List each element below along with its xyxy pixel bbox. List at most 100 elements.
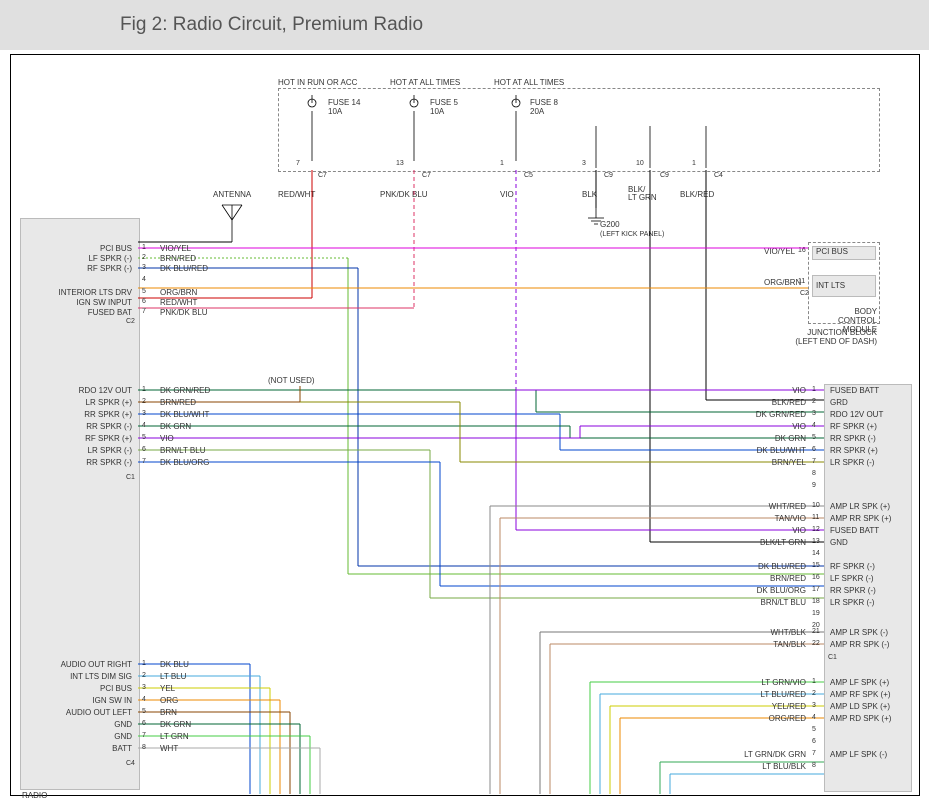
pin-number: 17 [812, 586, 820, 593]
signal-label: FUSED BATT [830, 526, 879, 535]
signal-label: AMP RR SPK (-) [830, 640, 889, 649]
signal-label: LR SPKR (-) [830, 598, 874, 607]
signal-label: GND [22, 732, 132, 741]
pin-number: 16 [812, 574, 820, 581]
pin-number: 10 [812, 502, 820, 509]
wire-color: DK BLU/WHT [160, 410, 209, 419]
connector-label: C4 [126, 760, 135, 767]
pin-number: 7 [142, 308, 146, 315]
signal-label: FUSED BATT [830, 386, 879, 395]
signal-label: AMP RF SPK (+) [830, 690, 891, 699]
signal-label: GRD [830, 398, 848, 407]
signal-label: RF SPKR (+) [830, 422, 877, 431]
pin-number: 2 [812, 690, 816, 697]
signal-label: LR SPKR (-) [830, 458, 874, 467]
wire-color: DK BLU/WHT [716, 446, 806, 455]
wire-color: VIO [160, 434, 174, 443]
wire-color: DK GRN [160, 422, 191, 431]
pin-number: 22 [812, 640, 820, 647]
wire-color: DK BLU/ORG [716, 586, 806, 595]
wire-color: PNK/DK BLU [160, 308, 208, 317]
pin-number: 1 [142, 386, 146, 393]
pin-number: 6 [142, 446, 146, 453]
pin-number: 4 [812, 714, 816, 721]
pin-number: 6 [142, 720, 146, 727]
wire-color: LT BLU/RED [716, 690, 806, 699]
wire-color: VIO/YEL [160, 244, 191, 253]
wire-color: TAN/BLK [716, 640, 806, 649]
wire-color: WHT/RED [716, 502, 806, 511]
signal-label: RR SPKR (-) [22, 458, 132, 467]
pin-number: 5 [812, 434, 816, 441]
pin-number: 7 [812, 750, 816, 757]
wire-color: WHT [160, 744, 178, 753]
pin-number: 7 [142, 458, 146, 465]
pin-number: 2 [142, 398, 146, 405]
signal-label: AMP LF SPK (-) [830, 750, 887, 759]
pin-number: 2 [812, 398, 816, 405]
signal-label: RF SPKR (+) [22, 434, 132, 443]
signal-label: PCI BUS [22, 684, 132, 693]
wire-color: YEL [160, 684, 175, 693]
signal-label: PCI BUS [22, 244, 132, 253]
pin-number: 6 [812, 738, 816, 745]
signal-label: RDO 12V OUT [830, 410, 883, 419]
signal-label: RR SPKR (-) [22, 422, 132, 431]
signal-label: RF SPKR (-) [22, 264, 132, 273]
wire-color: ORG/RED [716, 714, 806, 723]
pin-number: 9 [812, 482, 816, 489]
pin-number: 3 [812, 702, 816, 709]
wire-color: BRN/LT BLU [716, 598, 806, 607]
pin-number: 1 [812, 386, 816, 393]
pin-number: 5 [142, 288, 146, 295]
signal-label: INT LTS DIM SIG [22, 672, 132, 681]
wire-color: LT GRN/DK GRN [716, 750, 806, 759]
pin-number: 6 [812, 446, 816, 453]
wire-color: BRN/RED [160, 398, 196, 407]
signal-label: FUSED BAT [22, 308, 132, 317]
wire-color: RED/WHT [160, 298, 197, 307]
pin-number: 1 [142, 244, 146, 251]
connector-label: C1 [126, 474, 135, 481]
wire-color: DK BLU/RED [716, 562, 806, 571]
pin-number: 5 [142, 708, 146, 715]
signal-label: AMP LR SPK (+) [830, 502, 890, 511]
signal-label: RF SPKR (-) [830, 562, 875, 571]
wire-color: BLK/LT GRN [716, 538, 806, 547]
signal-label: AMP RR SPK (+) [830, 514, 891, 523]
pin-number: 6 [142, 298, 146, 305]
wire-color: TAN/VIO [716, 514, 806, 523]
pin-number: 8 [142, 744, 146, 751]
wire-color: BRN/RED [160, 254, 196, 263]
wire-color: BRN/LT BLU [160, 446, 206, 455]
page-title: Fig 2: Radio Circuit, Premium Radio [0, 0, 929, 50]
wire-color: DK GRN [160, 720, 191, 729]
signal-label: RR SPKR (-) [830, 586, 876, 595]
signal-label: AUDIO OUT LEFT [22, 708, 132, 717]
signal-label: RR SPKR (+) [22, 410, 132, 419]
wiring-diagram: JUNCTION BLOCK(LEFT END OF DASH) BODYCON… [0, 50, 929, 800]
pin-number: 18 [812, 598, 820, 605]
pin-number: 11 [812, 514, 819, 521]
pin-number: 4 [812, 422, 816, 429]
pin-number: 13 [812, 538, 820, 545]
pin-number: 5 [812, 726, 816, 733]
wire-color: LT BLU [160, 672, 186, 681]
signal-label: GND [22, 720, 132, 729]
pin-number: 21 [812, 628, 820, 635]
wire-color: DK GRN/RED [160, 386, 210, 395]
pin-number: 1 [812, 678, 816, 685]
signal-label: AUDIO OUT RIGHT [22, 660, 132, 669]
pin-number: 2 [142, 672, 146, 679]
signal-label: AMP LD SPK (+) [830, 702, 890, 711]
wire-color: LT BLU/BLK [716, 762, 806, 771]
signal-label: LR SPKR (+) [22, 398, 132, 407]
signal-label: RDO 12V OUT [22, 386, 132, 395]
pin-number: 3 [812, 410, 816, 417]
wire-color: WHT/BLK [716, 628, 806, 637]
wire-color: VIO [716, 422, 806, 431]
signal-label: AMP LF SPK (+) [830, 678, 889, 687]
pin-number: 4 [142, 276, 146, 283]
wire-color: DK GRN [716, 434, 806, 443]
wire-color: LT GRN/VIO [716, 678, 806, 687]
